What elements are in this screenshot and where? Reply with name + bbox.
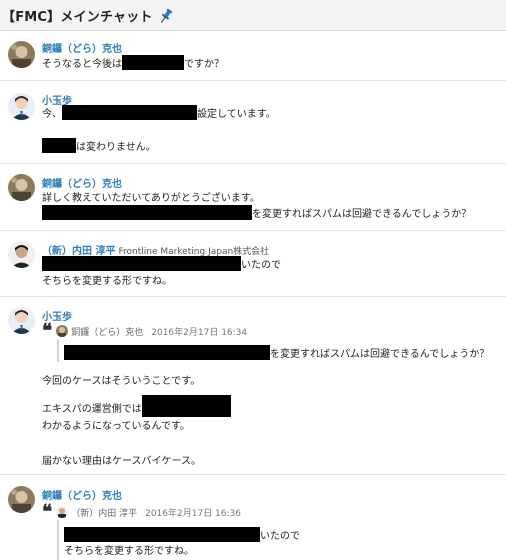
message-line: 詳しく教えていただいてありがとうございます。 — [42, 189, 260, 204]
message-text: いたので — [260, 531, 300, 542]
message-text: 届かない理由はケースバイケース。 — [42, 456, 201, 467]
avatar[interactable] — [8, 93, 35, 120]
redacted-block — [64, 527, 260, 542]
message-text: 詳しく教えていただいてありがとうございます。 — [42, 193, 260, 204]
message-author[interactable]: 銅鑼（どら）克也 — [42, 487, 122, 502]
redacted-block — [42, 138, 76, 153]
message-author[interactable]: 銅鑼（どら）克也 — [42, 175, 122, 190]
message-text: 設定しています。 — [197, 109, 276, 120]
quote-icon: ❝ — [42, 320, 53, 342]
redacted-block — [64, 345, 270, 360]
quoted-line: を変更すればスパムは回避できるんでしょうか？ — [64, 345, 489, 360]
message-line: いたので — [42, 256, 281, 271]
quote-timestamp[interactable]: 2016年2月17日 16:34 — [151, 325, 247, 338]
redacted-block — [42, 205, 252, 220]
message-text: 今回のケースはそういうことです。 — [42, 376, 201, 387]
quote-timestamp[interactable]: 2016年2月17日 16:36 — [145, 506, 241, 519]
avatar[interactable] — [8, 174, 35, 201]
message-text: そちらを変更する形ですね。 — [64, 546, 194, 557]
quoted-line: いたので — [64, 527, 300, 542]
quote-header: ❝ 銅鑼（どら）克也 2016年2月17日 16:34 — [42, 320, 247, 342]
room-header: 【FMC】メインチャット — [0, 0, 506, 31]
redacted-block — [42, 256, 241, 271]
avatar[interactable] — [8, 241, 35, 268]
pin-icon[interactable] — [157, 7, 175, 25]
message-text: は変わりません。 — [76, 142, 156, 153]
message-text: そちらを変更する形ですね。 — [42, 276, 172, 287]
message-line: 届かない理由はケースバイケース。 — [42, 452, 201, 467]
message-text: わかるようになっているんです。 — [42, 421, 190, 432]
avatar[interactable] — [8, 307, 35, 334]
message-line: そうなると今後は ですか？ — [42, 55, 224, 70]
message-line: 今、 設定しています。 — [42, 105, 276, 120]
message-text: いたので — [241, 260, 281, 271]
message-line: エキスパの運営側では — [42, 395, 231, 417]
message-line: そちらを変更する形ですね。 — [42, 272, 172, 287]
chat-message: （新）内田 淳平 Frontline Marketing Japan株式会社 いた… — [0, 231, 506, 297]
chat-message: 小玉歩 ❝ 銅鑼（どら）克也 2016年2月17日 16:34 を変更すればスパ… — [0, 297, 506, 475]
quote-icon: ❝ — [42, 501, 53, 523]
redacted-block — [141, 395, 231, 417]
quoted-line: そちらを変更する形ですね。 — [64, 542, 194, 557]
message-author[interactable]: 銅鑼（どら）克也 — [42, 40, 122, 55]
message-text: ですか？ — [184, 59, 224, 70]
message-line: わかるようになっているんです。 — [42, 417, 190, 432]
room-title: 【FMC】メインチャット — [2, 9, 153, 25]
avatar[interactable] — [8, 486, 35, 513]
chat-message: 銅鑼（どら）克也 ❝ （新）内田 淳平 2016年2月17日 16:36 いたの… — [0, 475, 506, 560]
message-line: 今回のケースはそういうことです。 — [42, 372, 200, 387]
quote-author[interactable]: 銅鑼（どら）克也 — [71, 325, 143, 338]
chat-message: 銅鑼（どら）克也 そうなると今後は ですか？ — [0, 31, 506, 81]
message-text: を変更すればスパムは回避できるんでしょうか？ — [252, 209, 472, 220]
avatar[interactable] — [8, 41, 35, 68]
chat-message: 小玉歩 今、 設定しています。 は変わりません。 — [0, 81, 506, 164]
redacted-block — [62, 105, 197, 120]
message-text: 今、 — [42, 109, 62, 120]
message-line: は変わりません。 — [42, 138, 156, 153]
message-text: エキスパの運営側では — [42, 404, 142, 415]
message-author[interactable]: （新）内田 淳平 Frontline Marketing Japan株式会社 — [42, 242, 269, 257]
message-line: を変更すればスパムは回避できるんでしょうか？ — [42, 205, 471, 220]
quote-block — [57, 520, 59, 560]
quote-avatar — [56, 325, 69, 337]
redacted-block — [122, 55, 184, 70]
message-text: そうなると今後は — [42, 59, 122, 70]
chat-message: 銅鑼（どら）克也 詳しく教えていただいてありがとうございます。 を変更すればスパ… — [0, 164, 506, 231]
message-text: を変更すればスパムは回避できるんでしょうか？ — [270, 349, 490, 360]
quote-header: ❝ （新）内田 淳平 2016年2月17日 16:36 — [42, 501, 241, 523]
quote-avatar — [56, 506, 69, 518]
quote-block — [57, 340, 59, 362]
quote-author[interactable]: （新）内田 淳平 — [71, 506, 137, 519]
